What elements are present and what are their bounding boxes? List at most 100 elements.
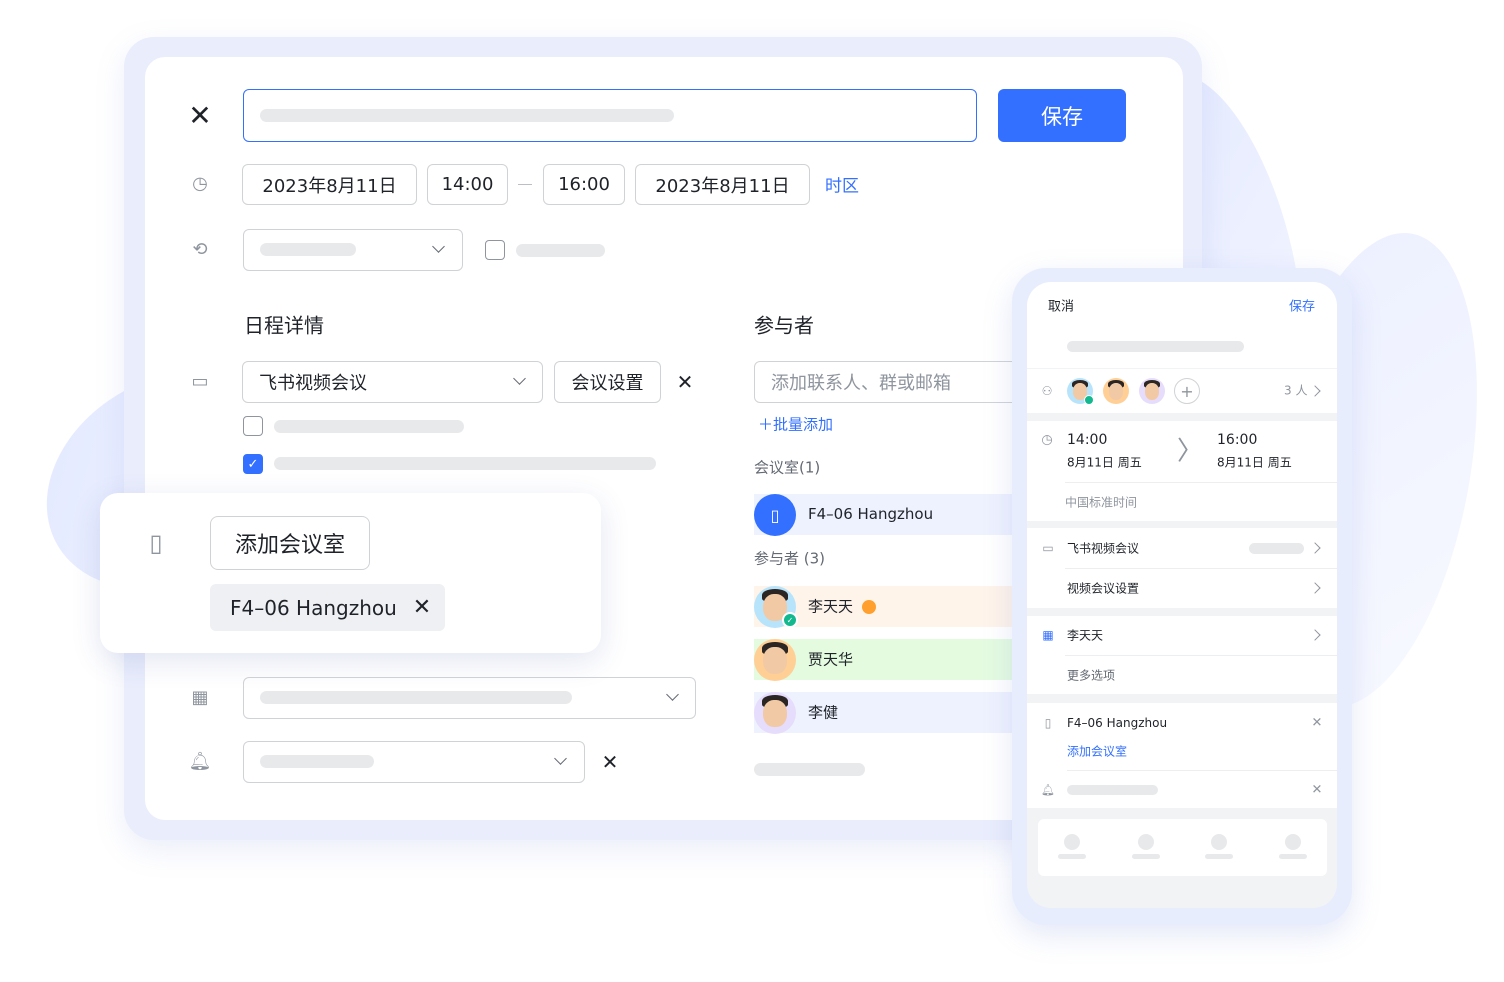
video-skeleton [1249,543,1304,554]
mobile-time-section[interactable]: ◷ 14:00 8月11日 周五 〉 16:00 8月11日 周五 中国标准时间 [1027,421,1337,521]
room-row[interactable]: ▯ F4–06 Hangzhou [754,494,1012,536]
divider [1065,568,1337,569]
remove-reminder-icon[interactable]: ✕ [602,752,619,772]
mobile-video-settings[interactable]: 视频会议设置 [1067,580,1139,597]
bell-icon: 🔔︎ [1041,783,1055,797]
reminder-skeleton [260,755,374,768]
mobile-event-editor: 取消 保存 ⚇ + 3 人 ◷ 14:00 8月11日 周五 〉 16:00 8… [1027,282,1337,908]
building-icon: ▯ [1044,716,1052,730]
option-checkbox-checked[interactable]: ✓ [243,454,263,474]
mobile-room-section: ▯ F4–06 Hangzhou ✕ 添加会议室 🔔︎ ✕ [1027,703,1337,808]
remove-room-icon[interactable]: ✕ [1312,717,1323,730]
mobile-calendar-owner[interactable]: 李天天 [1067,627,1103,644]
meeting-settings-label: 会议设置 [571,373,644,394]
calendar-icon: ▦ [191,687,209,708]
calendar-icon: ▦ [1042,628,1054,642]
attendee-name: 李健 [808,703,839,722]
all-day-checkbox[interactable] [485,240,505,260]
attendees-heading: 参与者 [754,313,814,338]
end-date: 2023年8月11日 [655,175,790,197]
mobile-video-section: ▭ 飞书视频会议 视频会议设置 [1027,528,1337,608]
attendee-placeholder: 添加联系人、群或邮箱 [771,373,951,394]
video-camera-icon: ▭ [191,371,209,392]
start-time: 14:00 [441,174,494,195]
mobile-timezone: 中国标准时间 [1065,495,1138,510]
tab-icon[interactable] [1211,834,1227,850]
all-day-skeleton [516,244,605,257]
mobile-save-button[interactable]: 保存 [1289,296,1315,315]
attendees-count-label: 参与者 (3) [754,549,826,568]
mobile-room-name: F4–06 Hangzhou [1067,716,1168,730]
video-camera-icon: ▭ [1042,541,1054,555]
add-room-popover: ▯ 添加会议室 F4–06 Hangzhou ✕ [100,493,601,653]
tab-label [1132,854,1160,859]
arrow-right-icon: 〉 [1177,436,1204,467]
rooms-label: 会议室(1) [754,458,821,477]
repeat-skeleton [260,243,356,256]
people-icon: ⚇ [1041,384,1053,398]
title-placeholder-skeleton [260,109,674,122]
divider [1065,482,1337,483]
save-label: 保存 [1041,104,1083,129]
chevron-right-icon[interactable] [1309,542,1321,554]
mobile-calendar-section: ▦ 李天天 更多选项 [1027,616,1337,694]
chevron-down-icon [432,240,445,253]
accepted-check-icon: ✓ [782,612,798,628]
tab-icon[interactable] [1064,834,1080,850]
divider [1067,770,1337,771]
remove-room-icon[interactable]: ✕ [413,595,431,620]
avatar [754,639,796,681]
chevron-right-icon[interactable] [1309,629,1321,641]
mobile-start-time: 14:00 [1067,432,1108,448]
chevron-down-icon [666,688,679,701]
range-dash [518,184,532,185]
end-date-field[interactable]: 2023年8月11日 [635,164,810,205]
accepted-check-icon [1084,395,1094,405]
attendee-count: 3 人 [1284,383,1308,398]
more-options-button[interactable]: 更多选项 [1067,667,1115,684]
repeat-select[interactable] [243,229,463,271]
reminder-select[interactable] [243,741,585,783]
bulk-add-link[interactable]: ＋批量添加 [758,414,833,435]
cancel-button[interactable]: 取消 [1048,296,1074,315]
meeting-settings-button[interactable]: 会议设置 [554,361,661,403]
mobile-end-date: 8月11日 周五 [1217,455,1292,470]
avatar [1139,378,1165,404]
attendee-row[interactable]: 贾天华 [754,639,1012,681]
mobile-video-meeting[interactable]: 飞书视频会议 [1067,540,1139,557]
add-room-button[interactable]: 添加会议室 [210,516,370,570]
mobile-add-room-link[interactable]: 添加会议室 [1067,743,1127,760]
option-skeleton [274,420,464,433]
option-checkbox[interactable] [243,416,263,436]
save-button[interactable]: 保存 [998,89,1126,142]
start-date-field[interactable]: 2023年8月11日 [242,164,417,205]
mobile-header: 取消 保存 [1027,282,1337,368]
calendar-select[interactable] [243,677,696,719]
close-icon[interactable]: ✕ [188,102,211,130]
mobile-attendees-row[interactable]: ⚇ + 3 人 [1027,369,1337,413]
tab-label [1279,854,1307,859]
chevron-down-icon [513,372,526,385]
bell-icon: 🔔︎ [188,751,212,772]
end-time-field[interactable]: 16:00 [543,164,625,205]
room-name: F4–06 Hangzhou [808,505,934,523]
attendee-row[interactable]: 李健 [754,692,1012,734]
building-icon: ▯ [149,529,163,557]
add-attendee-button[interactable]: + [1174,378,1200,404]
video-meeting-select[interactable]: 飞书视频会议 [242,361,543,403]
remove-video-icon[interactable]: ✕ [677,372,694,392]
clock-icon: ◷ [192,173,208,194]
tab-icon[interactable] [1138,834,1154,850]
timezone-link[interactable]: 时区 [825,172,859,197]
attendee-search-input[interactable]: 添加联系人、群或邮箱 [754,361,1024,403]
tab-icon[interactable] [1285,834,1301,850]
remove-reminder-icon[interactable]: ✕ [1312,784,1323,797]
title-skeleton [1067,341,1244,352]
tab-label [1058,854,1086,859]
start-time-field[interactable]: 14:00 [427,164,508,205]
clock-icon: ◷ [1041,432,1053,448]
event-title-input[interactable] [243,89,977,142]
clock-icon [862,600,876,614]
attendee-row[interactable]: ✓ 李天天 [754,586,1012,628]
chevron-right-icon[interactable] [1309,582,1321,594]
